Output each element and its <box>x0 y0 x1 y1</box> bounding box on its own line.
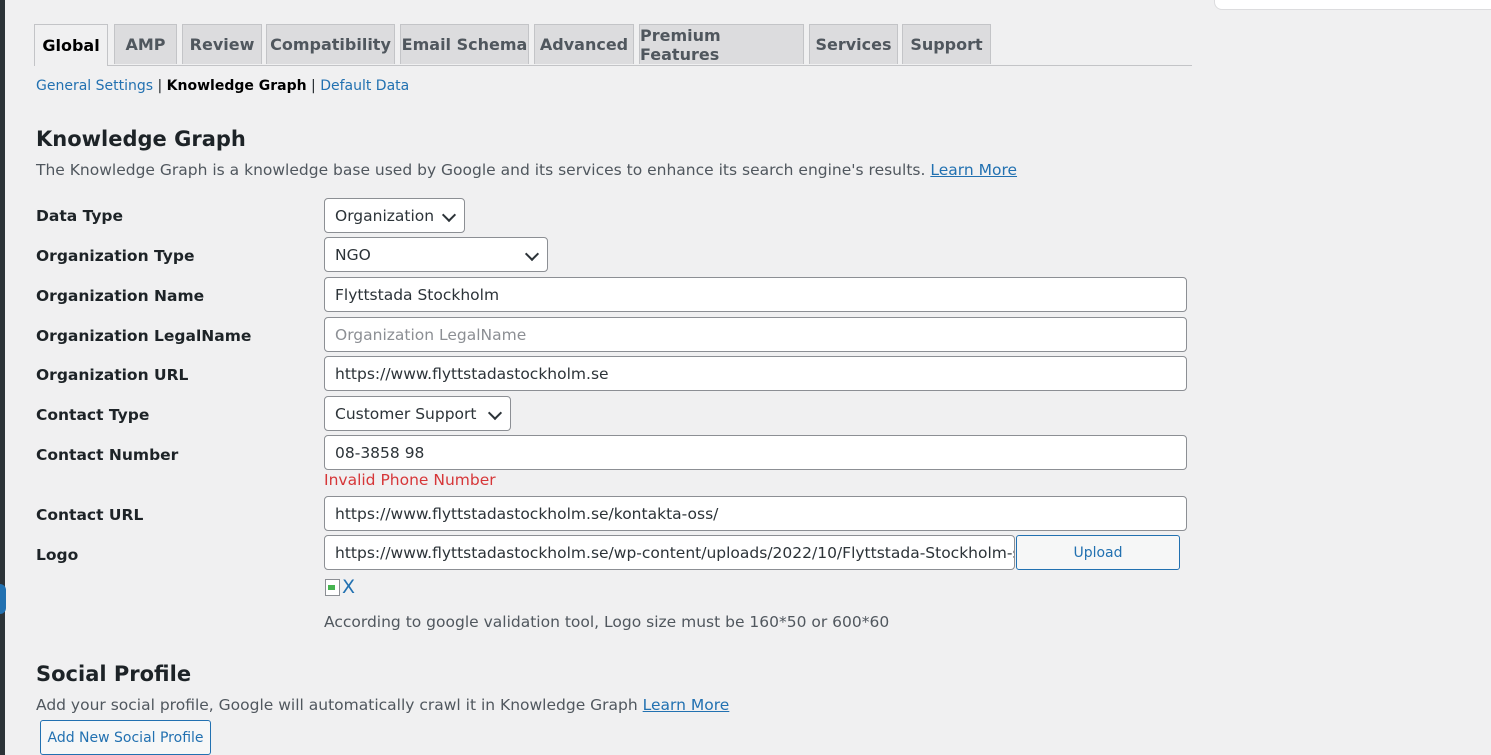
organization-legalname-label: Organization LegalName <box>36 327 252 345</box>
chevron-down-icon <box>524 246 540 261</box>
chevron-down-icon <box>487 405 503 420</box>
sub-navigation: General Settings | Knowledge Graph | Def… <box>36 78 409 94</box>
tab-amp[interactable]: AMP <box>114 24 177 64</box>
admin-sidebar-edge <box>0 0 5 755</box>
social-profile-description-text: Add your social profile, Google will aut… <box>36 696 638 714</box>
tab-services[interactable]: Services <box>809 24 898 64</box>
subnav-separator: | <box>311 78 316 94</box>
contact-number-input[interactable]: 08-3858 98 <box>324 435 1187 470</box>
knowledge-graph-title: Knowledge Graph <box>36 127 246 151</box>
subnav-knowledge-graph: Knowledge Graph <box>166 78 307 94</box>
tab-compatibility[interactable]: Compatibility <box>266 24 395 64</box>
contact-number-error: Invalid Phone Number <box>324 471 496 489</box>
subnav-general-settings[interactable]: General Settings <box>36 78 153 94</box>
logo-label: Logo <box>36 546 79 564</box>
data-type-select[interactable]: Organization <box>324 198 465 233</box>
broken-image-icon <box>325 578 340 596</box>
tab-support[interactable]: Support <box>902 24 991 64</box>
settings-tabs: Global AMP Review Compatibility Email Sc… <box>34 24 1192 66</box>
upload-button[interactable]: Upload <box>1016 535 1180 570</box>
organization-type-select[interactable]: NGO <box>324 237 548 272</box>
tab-premium-features[interactable]: Premium Features <box>639 24 804 64</box>
contact-type-value: Customer Support <box>335 404 477 423</box>
contact-url-input[interactable]: https://www.flyttstadastockholm.se/konta… <box>324 496 1187 531</box>
contact-url-label: Contact URL <box>36 506 144 524</box>
logo-size-note: According to google validation tool, Log… <box>324 613 890 631</box>
subnav-default-data[interactable]: Default Data <box>320 78 409 94</box>
organization-url-label: Organization URL <box>36 366 189 384</box>
chevron-down-icon <box>441 207 457 222</box>
contact-number-label: Contact Number <box>36 446 179 464</box>
data-type-value: Organization <box>335 206 435 225</box>
organization-type-label: Organization Type <box>36 247 195 265</box>
subnav-separator: | <box>157 78 163 94</box>
social-profile-description: Add your social profile, Google will aut… <box>36 696 729 714</box>
tab-review[interactable]: Review <box>182 24 262 64</box>
logo-url-input[interactable]: https://www.flyttstadastockholm.se/wp-co… <box>324 535 1015 570</box>
organization-name-input[interactable]: Flyttstada Stockholm <box>324 277 1187 312</box>
tab-email-schema[interactable]: Email Schema <box>400 24 529 64</box>
sidebar-scroll-marker <box>0 584 6 614</box>
social-profile-title: Social Profile <box>36 662 192 686</box>
logo-preview-alt: X <box>342 576 356 598</box>
social-profile-learn-more-link[interactable]: Learn More <box>643 696 730 714</box>
knowledge-graph-description: The Knowledge Graph is a knowledge base … <box>36 161 1017 179</box>
organization-name-label: Organization Name <box>36 287 205 305</box>
contact-type-select[interactable]: Customer Support <box>324 396 511 431</box>
contact-type-label: Contact Type <box>36 406 150 424</box>
tab-advanced[interactable]: Advanced <box>534 24 634 64</box>
add-social-profile-button[interactable]: Add New Social Profile <box>40 720 211 755</box>
organization-legalname-input[interactable]: Organization LegalName <box>324 317 1187 352</box>
organization-type-value: NGO <box>335 245 371 264</box>
organization-url-input[interactable]: https://www.flyttstadastockholm.se <box>324 356 1187 391</box>
data-type-label: Data Type <box>36 207 124 225</box>
knowledge-graph-description-text: The Knowledge Graph is a knowledge base … <box>36 161 926 179</box>
tab-global[interactable]: Global <box>34 24 108 66</box>
side-panel <box>1214 0 1491 10</box>
logo-preview: X <box>325 576 355 598</box>
knowledge-graph-learn-more-link[interactable]: Learn More <box>930 161 1017 179</box>
